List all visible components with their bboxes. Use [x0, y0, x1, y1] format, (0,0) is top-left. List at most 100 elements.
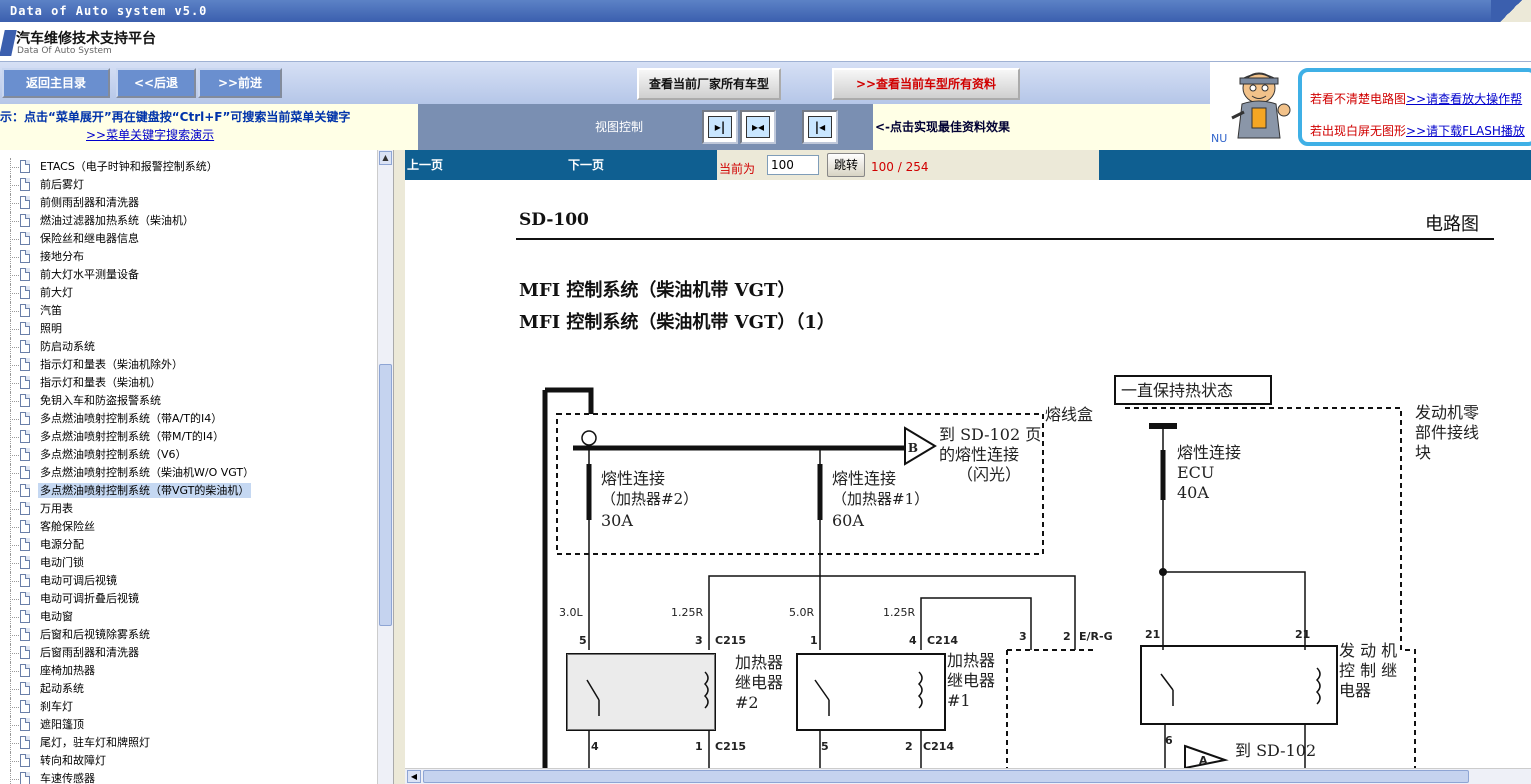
tree-connector: [10, 761, 19, 762]
tree-item[interactable]: 遮阳篷顶: [0, 716, 377, 734]
pin-3b-label: 3: [1019, 630, 1027, 643]
tree-item[interactable]: 免钥入车和防盗报警系统: [0, 392, 377, 410]
tree-connector: [10, 401, 19, 402]
all-models-button[interactable]: 查看当前厂家所有车型: [637, 68, 781, 100]
tree-connector: [10, 311, 19, 312]
tree-item[interactable]: 燃油过滤器加热系统（柴油机）: [0, 212, 377, 230]
jump-button[interactable]: 跳转: [827, 153, 865, 177]
window-title-bar: Data of Auto system v5.0: [0, 0, 1531, 22]
tree-item[interactable]: 后窗雨刮器和清洗器: [0, 644, 377, 662]
app-subtitle: Data Of Auto System: [17, 46, 112, 56]
tree-connector: [10, 293, 19, 294]
document-icon: [20, 610, 30, 623]
forward-button[interactable]: >>前进: [198, 68, 282, 98]
tree-connector: [10, 365, 19, 366]
tree-item[interactable]: 多点燃油喷射控制系统（带A/T的I4）: [0, 410, 377, 428]
view-split-button[interactable]: ▸◂: [740, 110, 776, 144]
tree-item-label: 后窗雨刮器和清洗器: [40, 646, 139, 659]
help-ad-panel: 若看不清楚电路图>>请查看放大操作帮 若出现白屏无图形>>请下载FLASH播放 …: [1210, 62, 1531, 150]
next-page-link[interactable]: 下一页: [568, 156, 604, 173]
document-hscroll-thumb[interactable]: [423, 770, 1469, 783]
tree-connector: [10, 617, 19, 618]
to-sd102-label: 到 SD-102 页: [939, 425, 1041, 444]
tree-item[interactable]: 刹车灯: [0, 698, 377, 716]
title-bar-corner: [1491, 0, 1531, 22]
panel-splitter[interactable]: [393, 150, 405, 784]
scroll-left-icon[interactable]: ◀: [407, 770, 421, 783]
document-icon: [20, 232, 30, 245]
document-icon: [20, 754, 30, 767]
tree-item-label: 后窗和后视镜除雾系统: [40, 628, 150, 641]
mechanic-mascot-icon: [1231, 72, 1291, 139]
document-icon: [20, 448, 30, 461]
pin-3-label: 3: [695, 634, 703, 647]
wiring-diagram: 一直保持热状态 熔线盒 B 到 SD-102 页 的熔性连接 （闪光） 发动机零…: [542, 375, 1479, 768]
tree-item[interactable]: 接地分布: [0, 248, 377, 266]
back-button[interactable]: <<后退: [116, 68, 196, 98]
split-view-icon: ▸◂: [746, 116, 770, 138]
scroll-up-icon[interactable]: ▲: [379, 151, 392, 165]
tree-item[interactable]: 指示灯和量表（柴油机）: [0, 374, 377, 392]
tree-item[interactable]: 防启动系统: [0, 338, 377, 356]
tree-item[interactable]: 汽笛: [0, 302, 377, 320]
search-demo-link[interactable]: >>菜单关键字搜索演示: [86, 126, 214, 143]
view-collapse-left-button[interactable]: |◂: [802, 110, 838, 144]
tree-item[interactable]: 多点燃油喷射控制系统（带M/T的I4）: [0, 428, 377, 446]
tree-item[interactable]: 车速传感器: [0, 770, 377, 784]
tree-item[interactable]: 保险丝和继电器信息: [0, 230, 377, 248]
flash-download-link[interactable]: >>请下载FLASH播放: [1406, 124, 1525, 138]
tree-item[interactable]: ETACS（电子时钟和报警控制系统）: [0, 158, 377, 176]
menu-tree-scrollbar[interactable]: ▲: [377, 150, 393, 784]
tree-item-label: 转向和故障灯: [40, 754, 106, 767]
tree-item[interactable]: 电源分配: [0, 536, 377, 554]
all-data-button[interactable]: >>查看当前车型所有资料: [832, 68, 1020, 100]
engine-control-relay-label-2: 控 制 继: [1339, 661, 1397, 680]
tree-item-label: 客舱保险丝: [40, 520, 95, 533]
to-sd102-flash-label: （闪光）: [957, 465, 1021, 484]
tree-item[interactable]: 前大灯水平测量设备: [0, 266, 377, 284]
tree-item[interactable]: 多点燃油喷射控制系统（V6）: [0, 446, 377, 464]
pin-1b-label: 1: [695, 740, 703, 753]
menu-tree-scroll-thumb[interactable]: [379, 364, 392, 626]
tree-item[interactable]: 前后雾灯: [0, 176, 377, 194]
tree-item[interactable]: 尾灯，驻车灯和牌照灯: [0, 734, 377, 752]
to-sd102-bottom-label: 到 SD-102: [1235, 741, 1316, 760]
pager-bar: 上一页 下一页 当前为 跳转 100 / 254: [405, 150, 1531, 180]
page-number-input[interactable]: [767, 155, 819, 175]
tree-item[interactable]: 后窗和后视镜除雾系统: [0, 626, 377, 644]
tree-item[interactable]: 前大灯: [0, 284, 377, 302]
tree-connector: [10, 383, 19, 384]
tree-item[interactable]: 万用表: [0, 500, 377, 518]
tree-item[interactable]: 电动窗: [0, 608, 377, 626]
prev-page-link[interactable]: 上一页: [407, 156, 443, 173]
view-expand-right-button[interactable]: ▸|: [702, 110, 738, 144]
tree-item[interactable]: 照明: [0, 320, 377, 338]
home-button[interactable]: 返回主目录: [2, 68, 110, 98]
tree-connector: [10, 239, 19, 240]
tree-item[interactable]: 前侧雨刮器和清洗器: [0, 194, 377, 212]
tree-item[interactable]: 转向和故障灯: [0, 752, 377, 770]
zoom-help-link[interactable]: >>请查看放大操作帮: [1406, 92, 1522, 106]
tree-item-label: 电动可调后视镜: [40, 574, 117, 587]
double-arrow-icon: >>: [855, 77, 877, 91]
tree-item[interactable]: 座椅加热器: [0, 662, 377, 680]
fuse-heater2-sub: （加热器#2）: [601, 490, 698, 508]
tree-item[interactable]: 电动门锁: [0, 554, 377, 572]
tree-item[interactable]: 起动系统: [0, 680, 377, 698]
tree-item[interactable]: 多点燃油喷射控制系统（带VGT的柴油机）: [0, 482, 377, 500]
tree-item-label: 多点燃油喷射控制系统（带A/T的I4）: [40, 412, 223, 425]
heater-relay1-label-1: 加热器: [947, 651, 995, 670]
heater-relay1-label-2: 继电器: [947, 671, 995, 690]
document-hscrollbar[interactable]: ◀: [405, 768, 1531, 784]
tree-item[interactable]: 电动可调折叠后视镜: [0, 590, 377, 608]
pin-1-label: 1: [810, 634, 818, 647]
wire-50r-label: 5.0R: [789, 606, 814, 619]
tree-item[interactable]: 多点燃油喷射控制系统（柴油机W/O VGT）: [0, 464, 377, 482]
tree-item[interactable]: 电动可调后视镜: [0, 572, 377, 590]
arrow-right-icon: ▸|: [708, 116, 732, 138]
document-icon: [20, 520, 30, 533]
tree-item-label: 前后雾灯: [40, 178, 84, 191]
tree-item[interactable]: 指示灯和量表（柴油机除外）: [0, 356, 377, 374]
tree-connector: [10, 185, 19, 186]
tree-item[interactable]: 客舱保险丝: [0, 518, 377, 536]
